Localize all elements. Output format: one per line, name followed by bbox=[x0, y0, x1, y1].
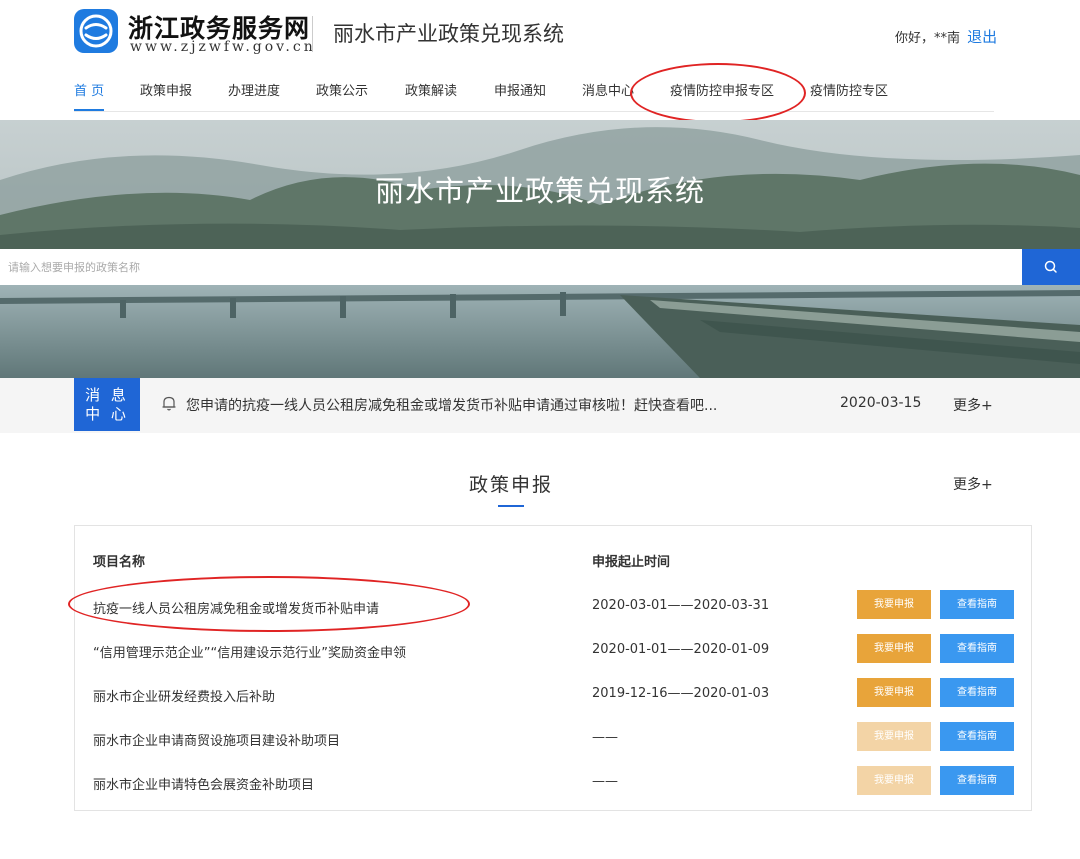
apply-button-disabled: 我要申报 bbox=[857, 722, 931, 751]
message-more-link[interactable]: 更多+ bbox=[953, 395, 993, 415]
message-badge-line2: 中 心 bbox=[85, 405, 129, 423]
guide-button[interactable]: 查看指南 bbox=[940, 766, 1014, 795]
logout-link[interactable]: 退出 bbox=[967, 28, 997, 46]
message-badge-line1: 消 息 bbox=[85, 386, 129, 404]
project-name[interactable]: 丽水市企业研发经费投入后补助 bbox=[93, 686, 275, 705]
nav-message-center[interactable]: 消息中心 bbox=[582, 82, 634, 110]
guide-button[interactable]: 查看指南 bbox=[940, 634, 1014, 663]
apply-button[interactable]: 我要申报 bbox=[857, 590, 931, 619]
nav-policy-apply[interactable]: 政策申报 bbox=[140, 82, 192, 110]
project-time: —— bbox=[592, 730, 618, 745]
hero-banner: 丽水市产业政策兑现系统 bbox=[0, 120, 1080, 378]
bell-icon bbox=[162, 396, 176, 411]
zjzwfw-logo-icon[interactable] bbox=[74, 9, 118, 53]
nav-epidemic-apply-zone[interactable]: 疫情防控申报专区 bbox=[670, 82, 774, 110]
policy-table: 项目名称 申报起止时间 抗疫一线人员公租房减免租金或增发货币补贴申请 2020-… bbox=[74, 525, 1032, 811]
project-time: 2020-01-01——2020-01-09 bbox=[592, 642, 770, 657]
header-divider bbox=[312, 16, 313, 52]
project-name[interactable]: “信用管理示范企业”“信用建设示范行业”奖励资金申领 bbox=[93, 642, 406, 661]
message-text[interactable]: 您申请的抗疫一线人员公租房减免租金或增发货币补贴申请通过审核啦！赶快查看吧... bbox=[186, 395, 717, 415]
nav-home[interactable]: 首 页 bbox=[74, 82, 105, 111]
policy-section-title: 政策申报 bbox=[468, 474, 553, 496]
project-time: 2019-12-16——2020-01-03 bbox=[592, 686, 770, 701]
guide-button[interactable]: 查看指南 bbox=[940, 678, 1014, 707]
nav-divider bbox=[74, 111, 994, 112]
nav-epidemic-zone[interactable]: 疫情防控专区 bbox=[810, 82, 888, 110]
logo-subtitle: www.zjzwfw.gov.cn bbox=[130, 39, 316, 55]
guide-button[interactable]: 查看指南 bbox=[940, 722, 1014, 751]
banner-title: 丽水市产业政策兑现系统 bbox=[374, 174, 705, 208]
main-nav: 首 页 政策申报 办理进度 政策公示 政策解读 申报通知 消息中心 疫情防控申报… bbox=[74, 82, 994, 112]
table-row: “信用管理示范企业”“信用建设示范行业”奖励资金申领 2020-01-01——2… bbox=[75, 631, 1031, 675]
policy-search-input[interactable] bbox=[0, 249, 1022, 285]
project-time: —— bbox=[592, 774, 618, 789]
search-icon bbox=[1044, 260, 1057, 273]
system-title: 丽水市产业政策兑现系统 bbox=[333, 22, 564, 46]
table-row: 丽水市企业申请商贸设施项目建设补助项目 —— 我要申报 查看指南 bbox=[75, 719, 1031, 763]
table-row: 抗疫一线人员公租房减免租金或增发货币补贴申请 2020-03-01——2020-… bbox=[75, 587, 1031, 631]
user-area: 你好，**南 退出 bbox=[895, 26, 997, 47]
policy-more-link[interactable]: 更多+ bbox=[953, 474, 993, 494]
user-greeting: 你好，**南 bbox=[895, 31, 961, 46]
apply-button[interactable]: 我要申报 bbox=[857, 678, 931, 707]
message-center-badge[interactable]: 消 息 中 心 bbox=[74, 378, 140, 431]
apply-button[interactable]: 我要申报 bbox=[857, 634, 931, 663]
apply-button-disabled: 我要申报 bbox=[857, 766, 931, 795]
message-date: 2020-03-15 bbox=[840, 395, 922, 411]
project-time: 2020-03-01——2020-03-31 bbox=[592, 598, 770, 613]
column-header-name: 项目名称 bbox=[93, 555, 146, 570]
site-header: 浙江政务服务网 www.zjzwfw.gov.cn 丽水市产业政策兑现系统 你好… bbox=[0, 0, 1080, 120]
nav-progress[interactable]: 办理进度 bbox=[228, 82, 280, 110]
table-row: 丽水市企业申请特色会展资金补助项目 —— 我要申报 查看指南 bbox=[75, 763, 1031, 807]
nav-notice[interactable]: 申报通知 bbox=[494, 82, 546, 110]
project-name[interactable]: 丽水市企业申请商贸设施项目建设补助项目 bbox=[93, 730, 340, 749]
policy-section-underline bbox=[498, 505, 524, 507]
guide-button[interactable]: 查看指南 bbox=[940, 590, 1014, 619]
message-bar: 消 息 中 心 您申请的抗疫一线人员公租房减免租金或增发货币补贴申请通过审核啦！… bbox=[0, 378, 1080, 433]
nav-policy-interpret[interactable]: 政策解读 bbox=[405, 82, 457, 110]
column-header-time: 申报起止时间 bbox=[592, 555, 671, 570]
project-name[interactable]: 丽水市企业申请特色会展资金补助项目 bbox=[93, 774, 314, 793]
search-button[interactable] bbox=[1022, 249, 1080, 285]
project-name[interactable]: 抗疫一线人员公租房减免租金或增发货币补贴申请 bbox=[93, 598, 379, 617]
table-row: 丽水市企业研发经费投入后补助 2019-12-16——2020-01-03 我要… bbox=[75, 675, 1031, 719]
nav-policy-publicity[interactable]: 政策公示 bbox=[316, 82, 368, 110]
